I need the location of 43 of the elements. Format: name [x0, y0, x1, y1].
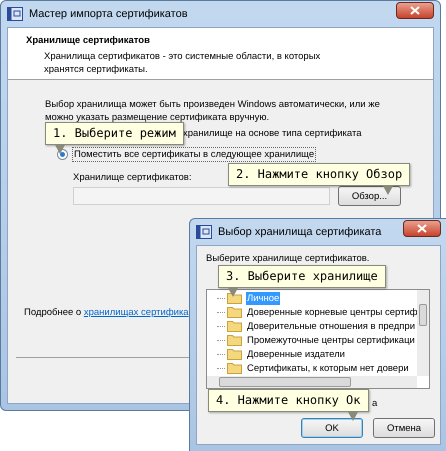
radio-button[interactable] [57, 149, 68, 160]
checkbox-label[interactable]: а [372, 398, 378, 409]
close-button[interactable] [396, 2, 434, 19]
close-button[interactable] [403, 220, 441, 237]
tree-item[interactable]: Сертификаты, к которым нет довери [246, 362, 410, 374]
callout-pointer [228, 288, 238, 297]
callout-pointer [348, 412, 358, 421]
folder-icon [227, 334, 242, 346]
close-icon [410, 6, 420, 15]
folder-icon [227, 320, 242, 332]
callout-tooltip: 3. Выберите хранилище [218, 265, 386, 288]
header-title: Хранилище сертификатов [26, 34, 151, 47]
close-icon [417, 224, 427, 233]
radio-label[interactable]: хранилище на основе типа сертификата [183, 128, 362, 139]
intro-text: Выбор хранилища может быть произведен Windows автоматически, или же можно указать размещение сертификата вручную. [45, 98, 381, 124]
tree-item[interactable]: Доверенные корневые центры сертиф [246, 306, 417, 318]
callout-pointer [55, 145, 65, 154]
folder-icon [227, 362, 242, 374]
dialog-title: Выбор хранилища сертификата [218, 226, 382, 238]
tree-item[interactable]: Доверительные отношения в предпри [246, 320, 416, 332]
tree-item[interactable]: Доверенные издатели [246, 348, 346, 360]
store-label: Хранилище сертификатов: [73, 171, 192, 184]
callout-tooltip: 2. Нажмите кнопку Обзор [228, 163, 410, 186]
dialog-prompt: Выберите хранилище сертификатов. [206, 252, 370, 265]
folder-icon [227, 348, 242, 360]
more-info-link[interactable]: хранилищах сертифика [84, 307, 189, 318]
tree-item[interactable]: Промежуточные центры сертификаци [246, 334, 416, 346]
callout-tooltip: 1. Выберите режим [45, 122, 184, 145]
callout-tooltip: 4. Нажмите кнопку Ок [208, 389, 368, 412]
certificate-window-icon [196, 225, 212, 239]
ok-button[interactable]: OK [301, 418, 363, 438]
certificate-window-icon [7, 7, 23, 21]
horizontal-scrollbar[interactable] [207, 376, 417, 388]
cancel-button[interactable]: Отмена [373, 418, 435, 438]
radio-label[interactable]: Поместить все сертификаты в следующее хранилище [72, 147, 316, 162]
browse-button[interactable]: Обзор... [338, 186, 401, 206]
folder-icon [227, 306, 242, 318]
more-info-text: Подробнее о [24, 307, 82, 318]
window-title: Мастер импорта сертификатов [29, 8, 189, 20]
vertical-scrollbar[interactable] [417, 290, 429, 376]
store-field[interactable] [73, 187, 330, 205]
header-description: Хранилища сертификатов - это системные области, в которых хранятся сертификаты. [44, 50, 322, 76]
folder-icon [227, 292, 242, 304]
